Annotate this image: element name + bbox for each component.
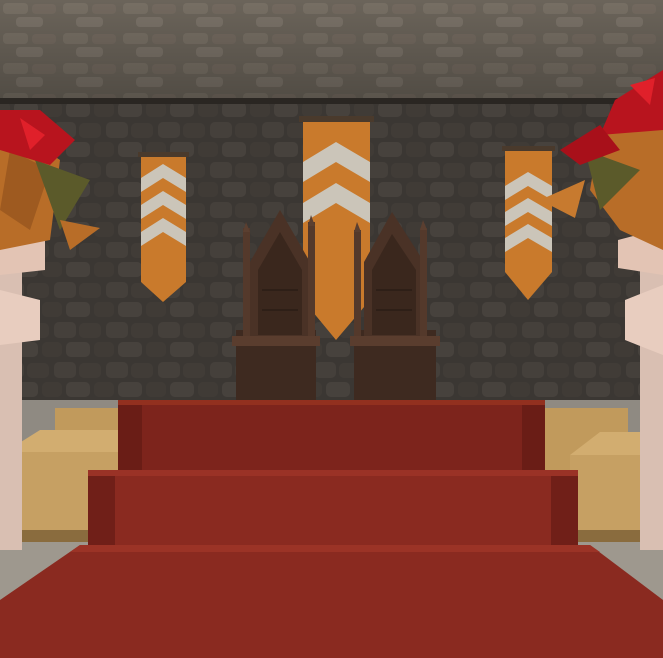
game-viewport[interactable] — [0, 0, 663, 658]
stone-ceiling — [0, 0, 663, 106]
scene-render — [0, 0, 663, 658]
banner-left — [138, 152, 189, 302]
banner-right — [502, 146, 555, 300]
